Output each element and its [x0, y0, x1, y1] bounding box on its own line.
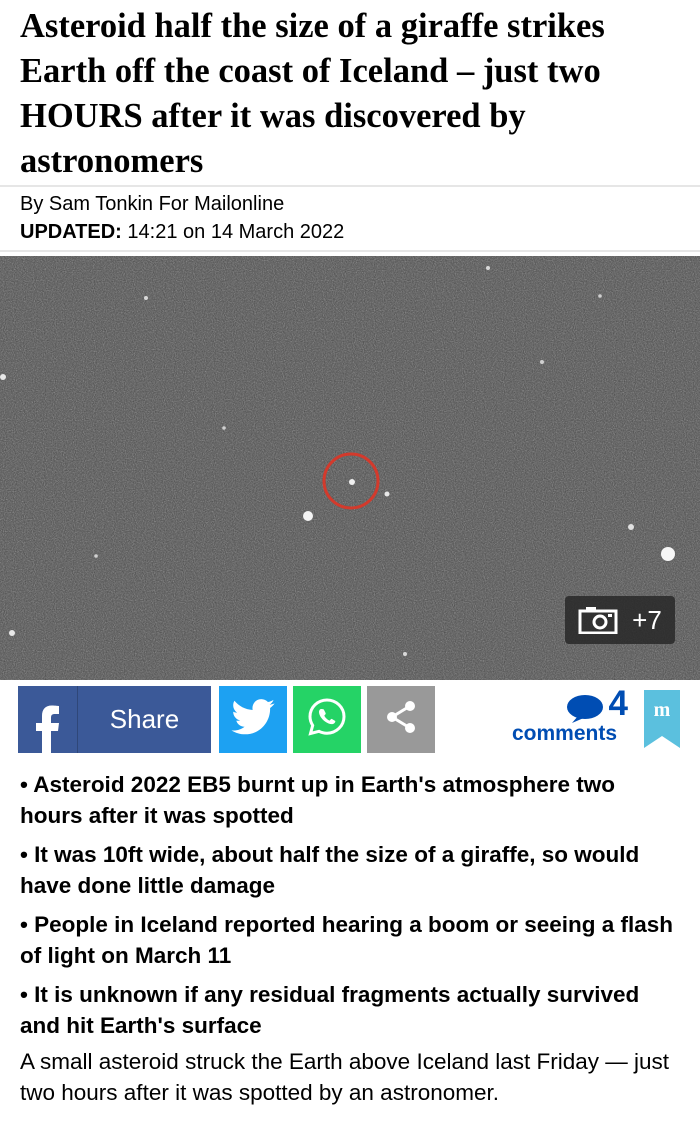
- svg-text:m: m: [654, 699, 671, 721]
- camera-icon: [578, 606, 618, 634]
- whatsapp-icon: [306, 696, 348, 743]
- dailymail-bookmark-icon[interactable]: m: [644, 690, 680, 748]
- comments-count: 4: [608, 684, 628, 723]
- divider: [0, 250, 700, 252]
- facebook-share-label: Share: [109, 704, 180, 734]
- article-headline: Asteroid half the size of a giraffe stri…: [20, 7, 605, 180]
- article-summary-bullets: • Asteroid 2022 EB5 burnt up in Earth's …: [20, 769, 680, 1049]
- gallery-badge[interactable]: +7: [565, 596, 675, 644]
- generic-share-button[interactable]: [367, 686, 435, 753]
- article-body-paragraph: A small asteroid struck the Earth above …: [20, 1049, 670, 1105]
- gallery-count: +7: [632, 604, 662, 635]
- byline[interactable]: By Sam Tonkin For Mailonline: [20, 191, 284, 217]
- facebook-icon: [18, 686, 78, 753]
- summary-bullet: • People in Iceland reported hearing a b…: [20, 912, 674, 968]
- twitter-share-button[interactable]: [219, 686, 287, 753]
- comments-link[interactable]: 4 comments: [508, 684, 632, 752]
- summary-bullet: • It was 10ft wide, about half the size …: [20, 842, 640, 898]
- summary-bullet: • It is unknown if any residual fragment…: [20, 982, 640, 1038]
- whatsapp-share-button[interactable]: [293, 686, 361, 753]
- updated-value: 14:21 on 14 March 2022: [127, 221, 345, 243]
- share-icon: [381, 697, 421, 742]
- updated-label: UPDATED:: [20, 221, 122, 243]
- article-photo-asteroid[interactable]: +7: [0, 256, 700, 680]
- comments-label: comments: [512, 722, 618, 745]
- facebook-share-button[interactable]: Share: [18, 686, 211, 753]
- summary-bullet: • Asteroid 2022 EB5 burnt up in Earth's …: [20, 772, 616, 828]
- divider: [0, 185, 700, 187]
- twitter-icon: [231, 699, 275, 740]
- updated-timestamp: UPDATED: 14:21 on 14 March 2022: [20, 219, 344, 245]
